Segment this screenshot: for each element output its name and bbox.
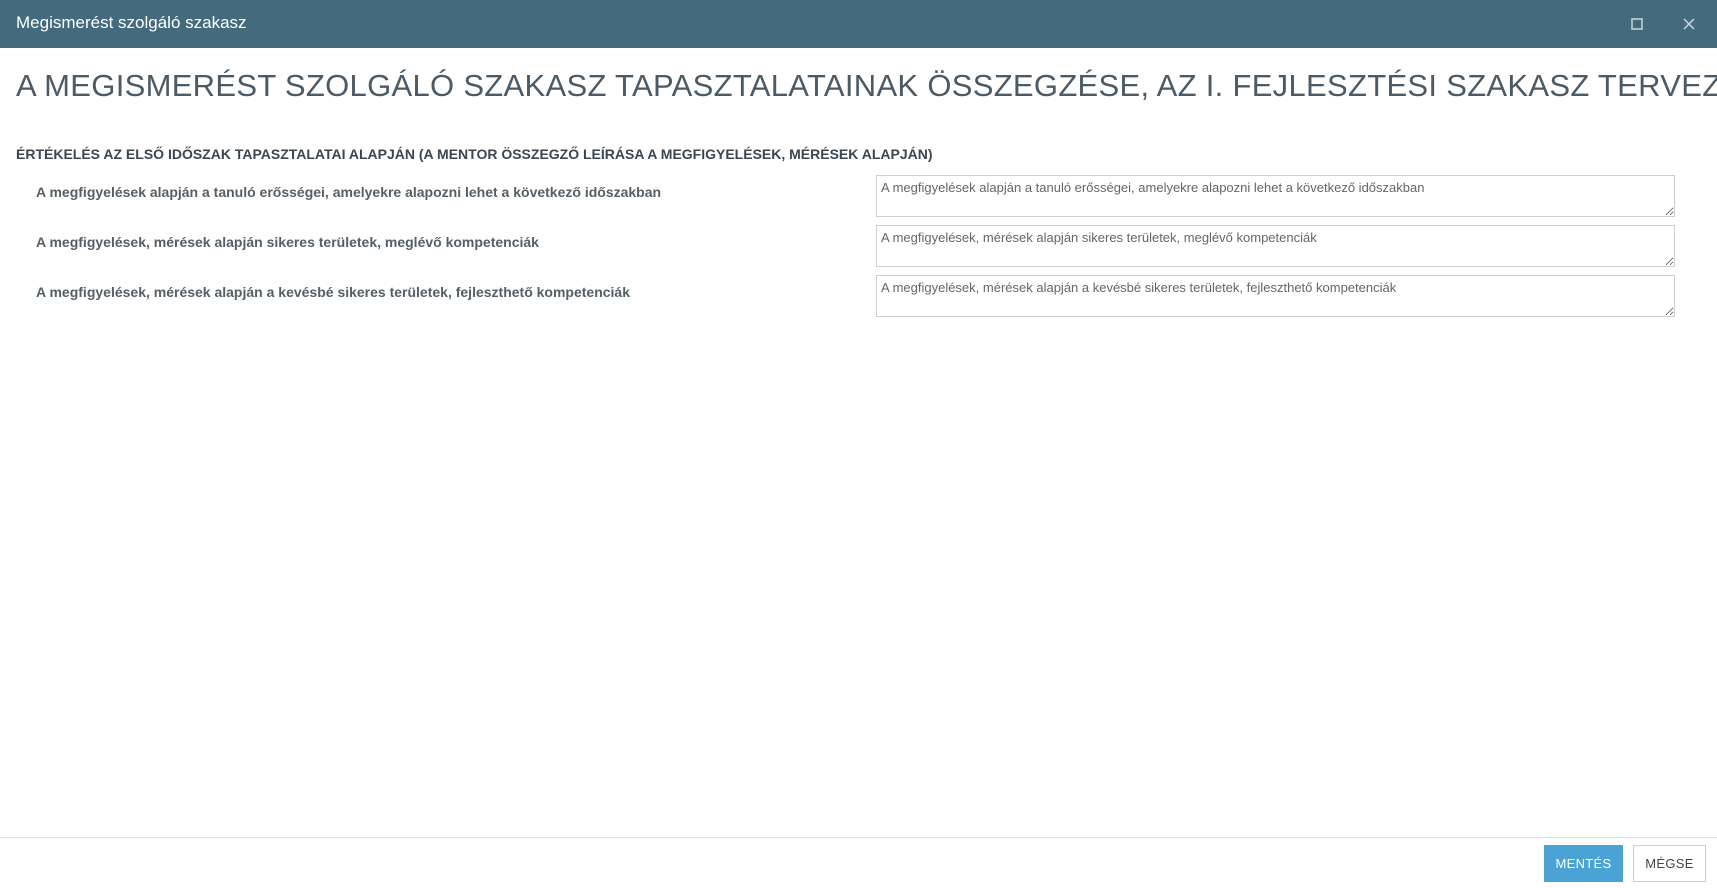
- form-row-strengths: A megfigyelések alapján a tanuló erősség…: [0, 175, 1717, 219]
- successful-areas-textarea[interactable]: [876, 225, 1675, 267]
- section-heading: ÉRTÉKELÉS AZ ELSŐ IDŐSZAK TAPASZTALATAI …: [16, 146, 933, 162]
- form-row-improvable-areas: A megfigyelések, mérések alapján a kevés…: [0, 275, 1717, 319]
- form-row-successful-areas: A megfigyelések, mérések alapján sikeres…: [0, 225, 1717, 269]
- dialog-window: Megismerést szolgáló szakasz A MEGISMERÉ…: [0, 0, 1717, 888]
- maximize-button[interactable]: [1625, 12, 1649, 36]
- save-button[interactable]: MENTÉS: [1544, 845, 1623, 882]
- strengths-textarea[interactable]: [876, 175, 1675, 217]
- maximize-icon: [1631, 18, 1643, 30]
- window-title: Megismerést szolgáló szakasz: [16, 13, 247, 32]
- improvable-areas-textarea[interactable]: [876, 275, 1675, 317]
- close-icon: [1683, 18, 1695, 30]
- field-label-strengths: A megfigyelések alapján a tanuló erősség…: [36, 184, 662, 200]
- cancel-button[interactable]: MÉGSE: [1633, 845, 1706, 882]
- footer-divider: [0, 837, 1717, 838]
- page-title: A MEGISMERÉST SZOLGÁLÓ SZAKASZ TAPASZTAL…: [16, 68, 1717, 103]
- close-button[interactable]: [1677, 12, 1701, 36]
- field-label-improvable-areas: A megfigyelések, mérések alapján a kevés…: [36, 284, 631, 300]
- field-label-successful-areas: A megfigyelések, mérések alapján sikeres…: [36, 234, 539, 250]
- title-bar: Megismerést szolgáló szakasz: [0, 0, 1717, 48]
